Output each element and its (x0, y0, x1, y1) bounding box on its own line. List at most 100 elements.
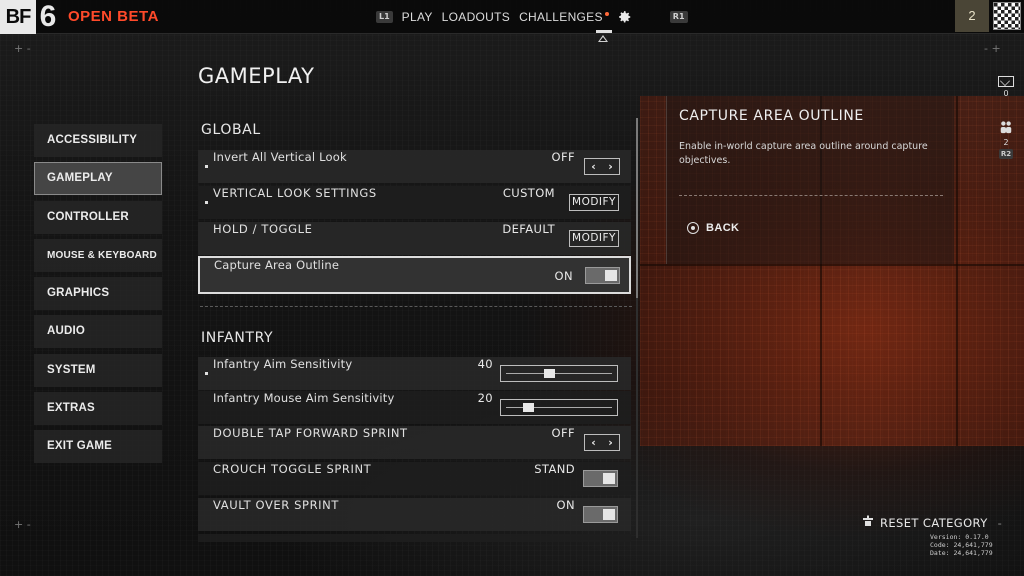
slider[interactable] (500, 399, 618, 416)
section-heading-global: GLOBAL (201, 122, 261, 138)
top-nav: L1 PLAY LOADOUTS CHALLENGES R1 (376, 0, 688, 34)
sidebar-item-mouse-keyboard[interactable]: MOUSE & KEYBOARD (34, 238, 162, 272)
option-arrows[interactable]: ‹ › (584, 434, 620, 451)
avatar[interactable] (993, 2, 1021, 30)
squad-count: 2 (1003, 138, 1009, 147)
gear-icon[interactable] (618, 10, 632, 24)
top-bar: BF 6 OPEN BETA L1 PLAY LOADOUTS CHALLENG… (0, 0, 1024, 34)
toggle-knob (603, 473, 615, 484)
sidebar-item-exit-game[interactable]: EXIT GAME (34, 430, 162, 464)
nav-loadouts[interactable]: LOADOUTS (442, 10, 510, 24)
reset-category-button[interactable]: RESET CATEGORY - (862, 515, 1002, 530)
option-arrows[interactable]: ‹ › (584, 158, 620, 175)
setting-value: ON (554, 269, 573, 283)
sidebar-item-system[interactable]: SYSTEM (34, 353, 162, 387)
r2-hint: R2 (998, 149, 1014, 159)
setting-label: DOUBLE TAP FORWARD SPRINT (213, 426, 408, 440)
version-info: Version: 0.17.0 Code: 24,641,779 Date: 2… (930, 533, 993, 557)
setting-row-vault-over-sprint[interactable]: VAULT OVER SPRINT ON (198, 498, 631, 531)
beta-label: OPEN BETA (68, 8, 159, 25)
back-button[interactable]: BACK (687, 222, 739, 234)
l1-hint: L1 (376, 11, 393, 23)
setting-row-vertical-look-settings[interactable]: VERTICAL LOOK SETTINGS CUSTOM MODIFY (198, 186, 631, 219)
setting-row-invert-vertical-look[interactable]: Invert All Vertical Look OFF ‹ › (198, 150, 631, 183)
date-line: Date: 24,641,779 (930, 549, 993, 557)
circle-button-icon (687, 222, 699, 234)
toggle-knob (603, 509, 615, 520)
setting-value: OFF (551, 426, 575, 440)
section-divider (200, 306, 632, 307)
logo-bf: BF (0, 0, 36, 34)
sidebar-item-audio[interactable]: AUDIO (34, 315, 162, 349)
sidebar-item-controller[interactable]: CONTROLLER (34, 200, 162, 234)
corner-mark: - + (984, 42, 1001, 55)
chevron-right-icon[interactable]: › (608, 436, 613, 449)
game-logo: BF 6 (0, 0, 60, 34)
sidebar-item-graphics[interactable]: GRAPHICS (34, 277, 162, 311)
toggle-switch[interactable] (583, 470, 618, 487)
setting-row-infantry-mouse-aim-sensitivity[interactable]: Infantry Mouse Aim Sensitivity 20 (198, 391, 631, 424)
chevron-left-icon[interactable]: ‹ (591, 436, 596, 449)
code-line: Code: 24,641,779 (930, 541, 993, 549)
slider-knob[interactable] (522, 403, 534, 412)
slider[interactable] (500, 365, 618, 382)
chevron-left-icon[interactable]: ‹ (591, 160, 596, 173)
corner-mark: + - (14, 518, 31, 531)
setting-label: Invert All Vertical Look (213, 150, 347, 164)
back-label: BACK (706, 222, 740, 234)
setting-row-infantry-aim-sensitivity[interactable]: Infantry Aim Sensitivity 40 (198, 357, 631, 390)
info-divider (679, 195, 943, 196)
toggle-switch[interactable] (585, 267, 620, 284)
setting-label: Infantry Mouse Aim Sensitivity (213, 391, 395, 405)
chevron-right-icon[interactable]: › (608, 160, 613, 173)
page-title: GAMEPLAY (198, 64, 315, 88)
row-bullet (205, 372, 208, 375)
mail-icon[interactable] (998, 76, 1014, 87)
mail-count: 0 (1003, 89, 1009, 98)
setting-label: CROUCH TOGGLE SPRINT (213, 462, 372, 476)
info-description: Enable in-world capture area outline aro… (679, 141, 928, 166)
modify-button[interactable]: MODIFY (569, 194, 619, 211)
reset-label: RESET CATEGORY (880, 515, 988, 530)
setting-label: Infantry Aim Sensitivity (213, 357, 353, 371)
player-level[interactable]: 2 (955, 0, 989, 32)
setting-value: 40 (477, 357, 493, 371)
version-line: Version: 0.17.0 (930, 533, 989, 541)
toggle-switch[interactable] (583, 506, 618, 523)
corner-mark: + - (14, 42, 31, 55)
sidebar-item-gameplay[interactable]: GAMEPLAY (34, 162, 162, 196)
setting-row-capture-area-outline[interactable]: Capture Area Outline ON (198, 256, 631, 294)
nav-play[interactable]: PLAY (402, 10, 433, 24)
caret-up-icon (598, 35, 608, 42)
row-bullet (205, 201, 208, 204)
setting-value: DEFAULT (502, 222, 555, 236)
modify-button[interactable]: MODIFY (569, 230, 619, 247)
setting-row-crouch-toggle-sprint[interactable]: CROUCH TOGGLE SPRINT STAND (198, 462, 631, 495)
squad-icon[interactable] (999, 120, 1013, 136)
r1-hint: R1 (669, 11, 688, 23)
setting-label: VAULT OVER SPRINT (213, 498, 339, 512)
scrollbar-thumb[interactable] (636, 118, 638, 298)
notification-dot (604, 12, 609, 16)
settings-list: GLOBAL Invert All Vertical Look OFF ‹ › V… (198, 112, 634, 542)
setting-row-double-tap-forward-sprint[interactable]: DOUBLE TAP FORWARD SPRINT OFF ‹ › (198, 426, 631, 459)
nav-challenges[interactable]: CHALLENGES (519, 10, 609, 24)
row-bullet (205, 165, 208, 168)
slider-knob[interactable] (544, 369, 556, 378)
setting-label: Capture Area Outline (214, 258, 340, 272)
setting-label: HOLD / TOGGLE (213, 222, 313, 236)
setting-value: 20 (477, 391, 493, 405)
sidebar-item-accessibility[interactable]: ACCESSIBILITY (34, 124, 162, 157)
logo-number: 6 (39, 0, 57, 33)
sidebar-item-extras[interactable]: EXTRAS (34, 392, 162, 426)
setting-row-partial[interactable] (198, 534, 631, 542)
setting-value: CUSTOM (502, 186, 555, 200)
setting-value: OFF (551, 150, 575, 164)
slider-track (506, 373, 612, 374)
sidebar: ACCESSIBILITY GAMEPLAY CONTROLLER MOUSE … (34, 124, 162, 469)
info-title: CAPTURE AREA OUTLINE (679, 108, 864, 124)
setting-value: ON (556, 498, 575, 512)
setting-label: VERTICAL LOOK SETTINGS (213, 186, 377, 200)
active-tab-indicator (596, 30, 612, 33)
setting-row-hold-toggle[interactable]: HOLD / TOGGLE DEFAULT MODIFY (198, 222, 631, 255)
